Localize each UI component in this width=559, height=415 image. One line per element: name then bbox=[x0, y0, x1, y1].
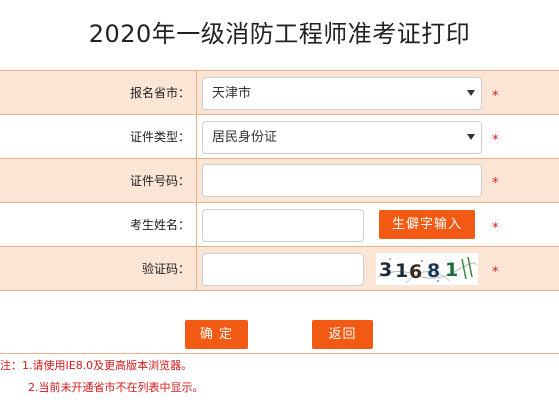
form-row-actions: 确 定 返回 bbox=[0, 291, 559, 354]
captcha-graphic: 3 1 6 8 1 bbox=[376, 253, 478, 285]
page-title: 2020年一级消防工程师准考证打印 bbox=[88, 20, 471, 48]
svg-text:1: 1 bbox=[395, 260, 408, 282]
captcha-label: 验证码： bbox=[141, 262, 190, 276]
name-input[interactable] bbox=[202, 209, 364, 242]
form-row-id-number: 证件号码： * bbox=[0, 159, 559, 203]
chevron-down-icon bbox=[467, 90, 475, 96]
row-divider bbox=[196, 115, 197, 158]
row-divider bbox=[196, 203, 197, 246]
note-item: 2.当前未开通省市不在列表中显示。 bbox=[28, 381, 204, 394]
id-type-select[interactable]: 居民身份证 bbox=[202, 121, 482, 154]
required-mark: * bbox=[492, 89, 499, 104]
form-row-name: 考生姓名： 生僻字输入 * bbox=[0, 203, 559, 247]
id-number-input[interactable] bbox=[202, 164, 482, 197]
rare-character-input-button[interactable]: 生僻字输入 bbox=[379, 210, 475, 239]
id-type-select-value: 居民身份证 bbox=[212, 130, 278, 145]
row-divider bbox=[196, 247, 197, 290]
page: 2020年一级消防工程师准考证打印 报名省市： 天津市 * 证件类型： 居民身份… bbox=[0, 0, 559, 415]
province-select[interactable]: 天津市 bbox=[202, 77, 482, 110]
province-label: 报名省市： bbox=[129, 86, 190, 100]
form-row-captcha: 验证码： 3 1 6 8 1 * bbox=[0, 247, 559, 291]
form-row-province: 报名省市： 天津市 * bbox=[0, 71, 559, 115]
required-mark: * bbox=[492, 265, 499, 280]
notes: 注：1.请使用IE8.0及更高版本浏览器。 2.当前未开通省市不在列表中显示。 bbox=[0, 355, 559, 399]
note-item: 注：1.请使用IE8.0及更高版本浏览器。 bbox=[0, 359, 193, 372]
chevron-down-icon bbox=[467, 134, 475, 140]
admission-ticket-form: 报名省市： 天津市 * 证件类型： 居民身份证 * 证件号码： * 考生姓名： … bbox=[0, 70, 559, 354]
name-label: 考生姓名： bbox=[129, 218, 190, 232]
required-mark: * bbox=[492, 133, 499, 148]
captcha-input[interactable] bbox=[202, 253, 364, 286]
required-mark: * bbox=[492, 176, 499, 191]
id-type-label: 证件类型： bbox=[129, 130, 190, 144]
svg-text:1: 1 bbox=[445, 259, 458, 281]
confirm-button[interactable]: 确 定 bbox=[185, 320, 248, 349]
svg-text:3: 3 bbox=[379, 259, 392, 281]
svg-text:6: 6 bbox=[409, 261, 422, 283]
id-number-label: 证件号码： bbox=[129, 174, 190, 188]
province-select-value: 天津市 bbox=[212, 86, 252, 101]
row-divider bbox=[196, 71, 197, 114]
svg-text:8: 8 bbox=[427, 260, 440, 282]
row-divider bbox=[196, 159, 197, 202]
required-mark: * bbox=[492, 221, 499, 236]
captcha-image[interactable]: 3 1 6 8 1 bbox=[376, 253, 478, 285]
back-button[interactable]: 返回 bbox=[312, 320, 373, 349]
form-row-id-type: 证件类型： 居民身份证 * bbox=[0, 115, 559, 159]
